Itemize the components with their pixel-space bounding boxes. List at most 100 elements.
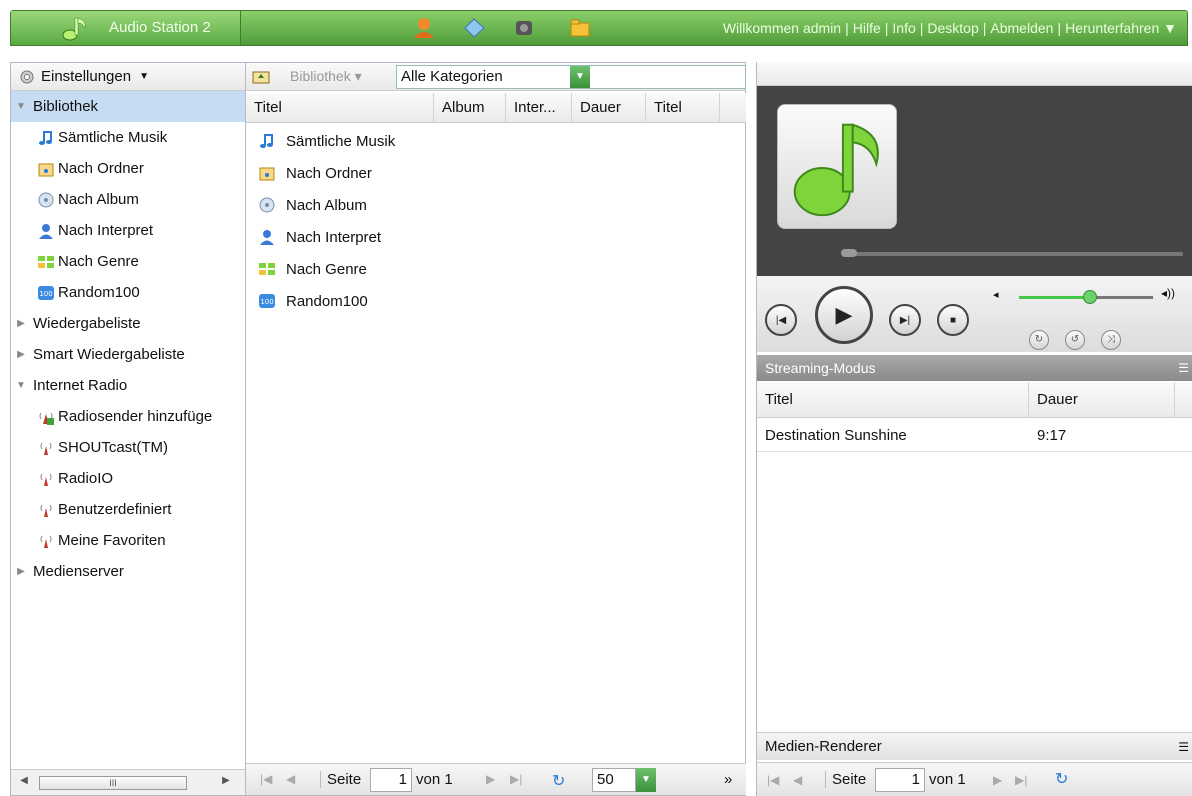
shutdown-link[interactable]: Herunterfahren ▼ (1065, 20, 1177, 36)
sidebar-item[interactable]: SHOUTcast(TM) (11, 432, 245, 463)
column-title-2[interactable]: Titel (646, 93, 720, 123)
library-menu[interactable]: Bibliothek ▾ (290, 68, 362, 85)
sidebar-item[interactable]: RadioIO (11, 463, 245, 494)
progress-handle[interactable] (841, 249, 857, 257)
welcome-text: Willkommen admin (722, 20, 842, 36)
repeat-one-icon[interactable]: ↺ (1065, 330, 1085, 350)
sidebar-item[interactable]: Nach Ordner (11, 153, 245, 184)
random100-icon: 100 (37, 284, 55, 302)
list-menu-icon[interactable]: ☰ (1178, 355, 1189, 381)
expanded-arrow-icon[interactable]: ▼ (13, 380, 29, 391)
folder-icon[interactable] (567, 16, 593, 40)
up-folder-icon[interactable] (252, 68, 270, 84)
info-link[interactable]: Info (892, 20, 915, 36)
prev-page-icon[interactable]: ◀ (286, 772, 295, 786)
sidebar-item-label: Internet Radio (33, 377, 128, 394)
horizontal-scrollbar[interactable]: ◀ III ▶ (11, 769, 245, 795)
collapsed-arrow-icon[interactable]: ▶ (13, 566, 29, 577)
play-button[interactable]: ▶ (815, 286, 873, 344)
next-page-icon[interactable]: ▶ (486, 772, 495, 786)
sidebar-item[interactable]: Nach Interpret (11, 215, 245, 246)
library-row[interactable]: Nach Ordner (246, 157, 746, 189)
page-size-input[interactable]: 50 (592, 768, 636, 792)
library-row[interactable]: Sämtliche Musik (246, 125, 746, 157)
logout-link[interactable]: Abmelden (990, 20, 1053, 36)
sidebar-item[interactable]: Benutzerdefiniert (11, 494, 245, 525)
library-tree: ▼ Bibliothek Sämtliche Musik Nach Ordner Nac… (11, 91, 245, 587)
collapsed-arrow-icon[interactable]: ▶ (13, 349, 29, 360)
library-row[interactable]: Nach Genre (246, 253, 746, 285)
settings-label: Einstellungen (41, 68, 132, 85)
last-page-icon[interactable]: ▶| (510, 772, 522, 786)
page-input[interactable]: 1 (875, 768, 925, 792)
page-input[interactable]: 1 (370, 768, 412, 792)
svg-text:100: 100 (39, 290, 52, 298)
last-page-icon[interactable]: ▶| (1015, 773, 1027, 787)
person-icon (258, 228, 276, 246)
column-duration[interactable]: Dauer (572, 93, 646, 123)
expanded-arrow-icon[interactable]: ▼ (13, 101, 29, 112)
refresh-icon[interactable]: ↻ (552, 771, 565, 791)
app-header: Audio Station 2 Willkommen admin | Hilfe | I… (0, 0, 1192, 52)
sidebar-item[interactable]: Meine Favoriten (11, 525, 245, 556)
playlist-column-duration[interactable]: Dauer (1029, 382, 1175, 418)
sidebar-item[interactable]: ▶ Medienserver (11, 556, 245, 587)
library-row[interactable]: Nach Interpret (246, 221, 746, 253)
sidebar-item[interactable]: ▶ Wiedergabeliste (11, 308, 245, 339)
stop-button[interactable]: ■ (937, 304, 969, 336)
shuffle-icon[interactable]: ⤨ (1101, 330, 1121, 350)
radio-antenna-icon (37, 439, 55, 457)
sidebar-item[interactable]: ▼ Internet Radio (11, 370, 245, 401)
sidebar-item-label: Random100 (58, 284, 140, 301)
first-page-icon[interactable]: |◀ (260, 772, 272, 786)
volume-handle[interactable] (1083, 290, 1097, 304)
settings-menu[interactable]: Einstellungen ▼ (11, 63, 245, 91)
next-page-icon[interactable]: ▶ (993, 773, 1002, 787)
tag-icon[interactable] (461, 16, 487, 40)
sidebar-item[interactable]: ▼ Bibliothek (11, 91, 245, 122)
speaker-icon[interactable] (511, 16, 537, 40)
title-area: Audio Station 2 (11, 11, 241, 45)
more-button[interactable]: » (724, 771, 732, 788)
list-menu-icon[interactable]: ☰ (1178, 733, 1189, 761)
playlist-row[interactable]: Destination Sunshine 9:17 (757, 420, 1192, 452)
progress-track[interactable] (843, 252, 1183, 256)
sidebar-item[interactable]: Sämtliche Musik (11, 122, 245, 153)
sidebar-item[interactable]: 100 Random100 (11, 277, 245, 308)
sidebar-item[interactable]: ▶ Smart Wiedergabeliste (11, 339, 245, 370)
library-columns: Titel Album Inter... Dauer Titel (246, 93, 746, 123)
prev-page-icon[interactable]: ◀ (793, 773, 802, 787)
category-select[interactable]: Alle Kategorien ▼ (396, 65, 746, 89)
sidebar-item[interactable]: Radiosender hinzufüge (11, 401, 245, 432)
library-list: Sämtliche Musik Nach Ordner Nach Album Nach… (246, 125, 746, 317)
folder-music-icon (37, 160, 55, 178)
column-album[interactable]: Album (434, 93, 506, 123)
scroll-left-icon[interactable]: ◀ (17, 775, 31, 789)
refresh-icon[interactable]: ↻ (1055, 769, 1068, 789)
scroll-thumb[interactable]: III (39, 776, 187, 790)
sidebar-item[interactable]: Nach Album (11, 184, 245, 215)
scroll-right-icon[interactable]: ▶ (219, 775, 233, 789)
streaming-mode-bar[interactable]: Streaming-Modus ☰ (757, 355, 1192, 381)
first-page-icon[interactable]: |◀ (767, 773, 779, 787)
user-icon[interactable] (411, 16, 437, 40)
media-renderer-bar[interactable]: Medien-Renderer ☰ (757, 732, 1192, 760)
previous-track-button[interactable]: |◀ (765, 304, 797, 336)
radio-add-icon (37, 408, 55, 426)
chevron-down-icon[interactable]: ▼ (570, 66, 590, 88)
help-link[interactable]: Hilfe (853, 20, 881, 36)
next-track-button[interactable]: ▶| (889, 304, 921, 336)
library-row[interactable]: 100 Random100 (246, 285, 746, 317)
sidebar-item[interactable]: Nach Genre (11, 246, 245, 277)
streaming-mode-label: Streaming-Modus (765, 360, 876, 376)
music-note-icon (793, 123, 879, 217)
repeat-icon[interactable]: ↻ (1029, 330, 1049, 350)
library-row[interactable]: Nach Album (246, 189, 746, 221)
column-title[interactable]: Titel (246, 93, 434, 123)
chevron-down-icon[interactable]: ▼ (636, 768, 656, 792)
volume-high-icon: ◂)) (1161, 286, 1176, 300)
desktop-link[interactable]: Desktop (927, 20, 978, 36)
collapsed-arrow-icon[interactable]: ▶ (13, 318, 29, 329)
playlist-column-title[interactable]: Titel (757, 382, 1029, 418)
column-artist[interactable]: Inter... (506, 93, 572, 123)
